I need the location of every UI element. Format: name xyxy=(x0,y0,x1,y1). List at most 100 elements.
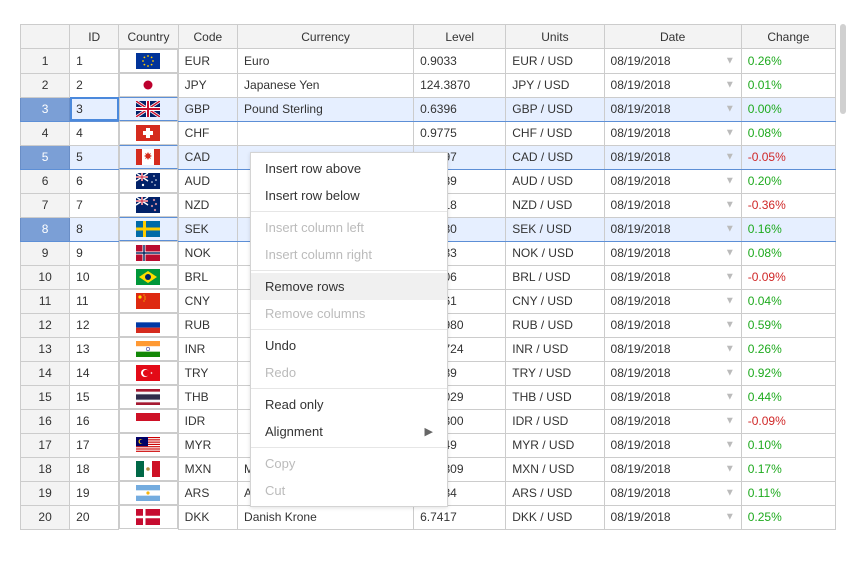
cell-country-flag[interactable] xyxy=(119,457,177,481)
cell-id[interactable]: 4 xyxy=(70,121,119,145)
cell-change[interactable]: 0.92% xyxy=(741,361,835,385)
cell-code[interactable]: AUD xyxy=(178,169,237,193)
cell-date[interactable]: 08/19/2018▼ xyxy=(604,145,741,169)
cell-date[interactable]: 08/19/2018▼ xyxy=(604,409,741,433)
row-header[interactable]: 17 xyxy=(21,433,70,457)
cell-id[interactable]: 14 xyxy=(70,361,119,385)
cell-id[interactable]: 20 xyxy=(70,505,119,529)
cell-level[interactable]: 0.6396 xyxy=(414,97,506,121)
cell-code[interactable]: NZD xyxy=(178,193,237,217)
cell-country-flag[interactable] xyxy=(119,289,177,313)
vertical-scrollbar-thumb[interactable] xyxy=(840,24,846,114)
cell-code[interactable]: NOK xyxy=(178,241,237,265)
cell-id[interactable]: 15 xyxy=(70,385,119,409)
col-header-country[interactable]: Country xyxy=(119,25,178,49)
cell-country-flag[interactable] xyxy=(119,121,177,145)
cell-date[interactable]: 08/19/2018▼ xyxy=(604,169,741,193)
cell-units[interactable]: THB / USD xyxy=(506,385,604,409)
table-row[interactable]: 33GBPPound Sterling0.6396GBP / USD08/19/… xyxy=(21,97,836,121)
row-header[interactable]: 3 xyxy=(21,97,70,121)
table-row[interactable]: 22JPYJapanese Yen124.3870JPY / USD08/19/… xyxy=(21,73,836,97)
menu-item[interactable]: Read only xyxy=(251,391,447,418)
cell-change[interactable]: -0.36% xyxy=(741,193,835,217)
cell-change[interactable]: -0.09% xyxy=(741,265,835,289)
cell-country-flag[interactable] xyxy=(119,169,177,193)
cell-id[interactable]: 3 xyxy=(70,97,119,121)
row-header[interactable]: 10 xyxy=(21,265,70,289)
cell-change[interactable]: 0.11% xyxy=(741,481,835,505)
cell-country-flag[interactable] xyxy=(119,265,177,289)
cell-code[interactable]: DKK xyxy=(178,505,237,529)
cell-units[interactable]: DKK / USD xyxy=(506,505,604,529)
cell-code[interactable]: INR xyxy=(178,337,237,361)
cell-change[interactable]: -0.09% xyxy=(741,409,835,433)
row-header[interactable]: 1 xyxy=(21,49,70,74)
cell-date[interactable]: 08/19/2018▼ xyxy=(604,217,741,241)
cell-units[interactable]: INR / USD xyxy=(506,337,604,361)
cell-code[interactable]: MXN xyxy=(178,457,237,481)
row-header[interactable]: 7 xyxy=(21,193,70,217)
cell-change[interactable]: 0.10% xyxy=(741,433,835,457)
cell-id[interactable]: 16 xyxy=(70,409,119,433)
corner-header[interactable] xyxy=(21,25,70,49)
cell-id[interactable]: 5 xyxy=(70,145,119,169)
row-header[interactable]: 5 xyxy=(21,145,70,169)
col-header-change[interactable]: Change xyxy=(741,25,835,49)
cell-code[interactable]: CAD xyxy=(178,145,237,169)
cell-level[interactable]: 0.9033 xyxy=(414,49,506,74)
row-header[interactable]: 15 xyxy=(21,385,70,409)
cell-change[interactable]: 0.26% xyxy=(741,337,835,361)
cell-date[interactable]: 08/19/2018▼ xyxy=(604,193,741,217)
cell-id[interactable]: 9 xyxy=(70,241,119,265)
cell-id[interactable]: 2 xyxy=(70,73,119,97)
cell-units[interactable]: MYR / USD xyxy=(506,433,604,457)
cell-id[interactable]: 1 xyxy=(70,49,119,74)
cell-change[interactable]: 0.08% xyxy=(741,241,835,265)
menu-item[interactable]: Insert row below xyxy=(251,182,447,209)
row-header[interactable]: 20 xyxy=(21,505,70,529)
cell-date[interactable]: 08/19/2018▼ xyxy=(604,313,741,337)
cell-country-flag[interactable] xyxy=(119,241,177,265)
cell-country-flag[interactable] xyxy=(119,313,177,337)
cell-country-flag[interactable] xyxy=(119,505,177,529)
cell-units[interactable]: EUR / USD xyxy=(506,49,604,74)
cell-change[interactable]: -0.05% xyxy=(741,145,835,169)
cell-id[interactable]: 7 xyxy=(70,193,119,217)
cell-country-flag[interactable] xyxy=(119,361,177,385)
context-menu[interactable]: Insert row aboveInsert row belowInsert c… xyxy=(250,152,448,507)
cell-date[interactable]: 08/19/2018▼ xyxy=(604,97,741,121)
cell-date[interactable]: 08/19/2018▼ xyxy=(604,73,741,97)
cell-id[interactable]: 18 xyxy=(70,457,119,481)
cell-code[interactable]: SEK xyxy=(178,217,237,241)
cell-code[interactable]: ARS xyxy=(178,481,237,505)
row-header[interactable]: 9 xyxy=(21,241,70,265)
cell-change[interactable]: 0.04% xyxy=(741,289,835,313)
cell-id[interactable]: 10 xyxy=(70,265,119,289)
cell-units[interactable]: RUB / USD xyxy=(506,313,604,337)
cell-date[interactable]: 08/19/2018▼ xyxy=(604,289,741,313)
cell-code[interactable]: TRY xyxy=(178,361,237,385)
col-header-level[interactable]: Level xyxy=(414,25,506,49)
row-header[interactable]: 4 xyxy=(21,121,70,145)
cell-units[interactable]: ARS / USD xyxy=(506,481,604,505)
cell-currency[interactable]: Pound Sterling xyxy=(238,97,414,121)
cell-id[interactable]: 17 xyxy=(70,433,119,457)
cell-country-flag[interactable] xyxy=(119,217,177,241)
menu-item[interactable]: Insert row above xyxy=(251,155,447,182)
cell-change[interactable]: 0.01% xyxy=(741,73,835,97)
cell-code[interactable]: CNY xyxy=(178,289,237,313)
cell-units[interactable]: SEK / USD xyxy=(506,217,604,241)
row-header[interactable]: 11 xyxy=(21,289,70,313)
cell-change[interactable]: 0.25% xyxy=(741,505,835,529)
cell-level[interactable]: 124.3870 xyxy=(414,73,506,97)
cell-id[interactable]: 12 xyxy=(70,313,119,337)
row-header[interactable]: 6 xyxy=(21,169,70,193)
cell-date[interactable]: 08/19/2018▼ xyxy=(604,49,741,74)
cell-code[interactable]: JPY xyxy=(178,73,237,97)
cell-currency[interactable]: Japanese Yen xyxy=(238,73,414,97)
cell-code[interactable]: GBP xyxy=(178,97,237,121)
cell-currency[interactable]: Euro xyxy=(238,49,414,74)
cell-change[interactable]: 0.20% xyxy=(741,169,835,193)
cell-units[interactable]: MXN / USD xyxy=(506,457,604,481)
cell-date[interactable]: 08/19/2018▼ xyxy=(604,121,741,145)
